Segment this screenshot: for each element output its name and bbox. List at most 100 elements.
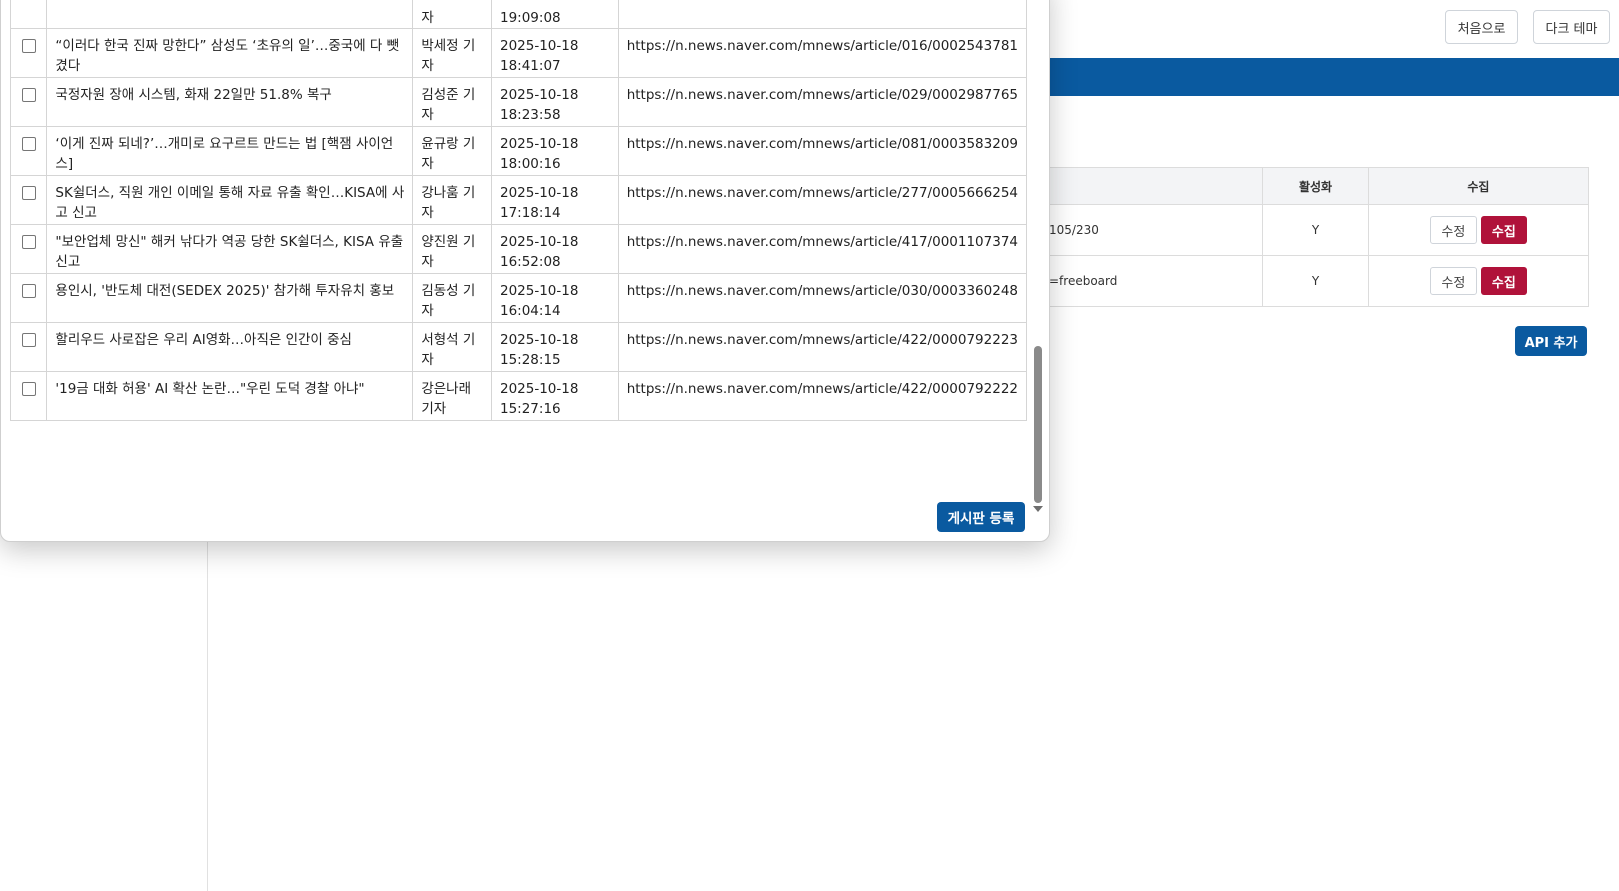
sidebar-divider xyxy=(207,540,208,891)
api-table-header: 활성화 수집 xyxy=(1039,167,1590,205)
date-text: 2025-10-18 xyxy=(499,38,579,54)
url-cell[interactable]: https://n.news.naver.com/mnews/article/0… xyxy=(617,126,1028,176)
register-board-button[interactable]: 게시판 등록 xyxy=(937,502,1025,532)
api-active-cell: Y xyxy=(1262,255,1369,307)
author-text: 자 xyxy=(421,10,434,26)
title-cell: 할리우드 사로잡은 우리 AI영화…아직은 인간이 중심 xyxy=(46,322,414,372)
row-checkbox[interactable] xyxy=(21,284,36,298)
date-cell: 2025-10-18 16:04:14 xyxy=(490,273,619,323)
url-cell[interactable]: https://n.news.naver.com/mnews/article/0… xyxy=(617,28,1028,78)
row-checkbox[interactable] xyxy=(21,88,36,102)
table-row: "보안업체 망신" 해커 낚다가 역공 당한 SK쉴더스, KISA 유출 신고… xyxy=(9,224,1028,274)
title-cell: 국정자원 장애 시스템, 화재 22일만 51.8% 복구 xyxy=(46,77,414,127)
time-text: 16:04:14 xyxy=(499,303,561,319)
author-cell: 자 xyxy=(412,0,492,29)
date-cell: 2025-10-18 18:41:07 xyxy=(490,28,619,78)
checkbox-cell xyxy=(9,224,48,274)
time-text: 19:09:08 xyxy=(499,10,561,26)
url-cell[interactable]: https://n.news.naver.com/mnews/article/4… xyxy=(617,322,1028,372)
table-row: 자 19:09:08 xyxy=(9,0,1028,29)
checkbox-cell xyxy=(9,28,48,78)
title-cell xyxy=(46,0,414,29)
title-cell: SK쉴더스, 직원 개인 이메일 통해 자료 유출 확인…KISA에 사고 신고 xyxy=(46,175,414,225)
author-cell: 강나훔 기자 xyxy=(412,175,492,225)
row-checkbox[interactable] xyxy=(21,137,36,151)
api-active-cell: Y xyxy=(1262,204,1369,256)
time-text: 18:23:58 xyxy=(499,107,561,123)
row-checkbox[interactable] xyxy=(21,333,36,347)
edit-button[interactable]: 수정 xyxy=(1429,216,1477,244)
api-url-cell: =freeboard xyxy=(1039,255,1264,307)
row-checkbox[interactable] xyxy=(21,39,36,53)
date-cell: 2025-10-18 16:52:08 xyxy=(490,224,619,274)
date-cell: 2025-10-18 17:18:14 xyxy=(490,175,619,225)
time-text: 15:27:16 xyxy=(499,401,561,417)
api-header-url xyxy=(1039,167,1264,205)
table-row: “이러다 한국 진짜 망한다” 삼성도 ‘초유의 일’…중국에 다 뺏겼다 박세정… xyxy=(9,28,1028,78)
url-cell[interactable]: https://n.news.naver.com/mnews/article/4… xyxy=(617,224,1028,274)
table-row: 국정자원 장애 시스템, 화재 22일만 51.8% 복구 김성준 기자 2025-… xyxy=(9,77,1028,127)
url-cell[interactable]: https://n.news.naver.com/mnews/article/2… xyxy=(617,175,1028,225)
row-checkbox[interactable] xyxy=(21,186,36,200)
table-row: 할리우드 사로잡은 우리 AI영화…아직은 인간이 중심 서형석 기자 2025-1… xyxy=(9,322,1028,372)
url-cell[interactable]: https://n.news.naver.com/mnews/article/0… xyxy=(617,273,1028,323)
add-api-button[interactable]: API 추가 xyxy=(1515,326,1587,356)
news-table: 자 19:09:08 “이러다 한국 진짜 망한다” 삼성도 ‘초유의 일’…중… xyxy=(9,0,1028,421)
title-cell: 용인시, '반도체 대전(SEDEX 2025)' 참가해 투자유치 홍보 xyxy=(46,273,414,323)
title-cell: “이러다 한국 진짜 망한다” 삼성도 ‘초유의 일’…중국에 다 뺏겼다 xyxy=(46,28,414,78)
scrollbar-thumb[interactable] xyxy=(1034,346,1042,503)
date-cell: 2025-10-18 15:27:16 xyxy=(490,371,619,421)
collect-button[interactable]: 수집 xyxy=(1480,216,1527,244)
author-cell: 김성준 기자 xyxy=(412,77,492,127)
checkbox-cell xyxy=(9,126,48,176)
author-cell: 박세정 기자 xyxy=(412,28,492,78)
scrollbar[interactable] xyxy=(1031,1,1045,521)
date-cell: 19:09:08 xyxy=(490,0,619,29)
row-checkbox[interactable] xyxy=(21,382,36,396)
url-cell[interactable]: https://n.news.naver.com/mnews/article/4… xyxy=(617,371,1028,421)
dark-theme-button[interactable]: 다크 테마 xyxy=(1533,10,1610,44)
header-band xyxy=(1040,58,1619,96)
api-actions-cell: 수정 수집 xyxy=(1367,204,1590,256)
checkbox-cell xyxy=(9,273,48,323)
author-cell: 김동성 기자 xyxy=(412,273,492,323)
url-cell[interactable]: https://n.news.naver.com/mnews/article/0… xyxy=(617,77,1028,127)
time-text: 18:00:16 xyxy=(499,156,561,172)
table-row: ‘이게 진짜 되네?’…개미로 요구르트 만드는 법 [핵잼 사이언스] 윤규랑 … xyxy=(9,126,1028,176)
time-text: 15:28:15 xyxy=(499,352,561,368)
row-checkbox[interactable] xyxy=(21,235,36,249)
checkbox-cell xyxy=(9,77,48,127)
api-actions-cell: 수정 수집 xyxy=(1367,255,1590,307)
go-first-button[interactable]: 처음으로 xyxy=(1445,10,1518,44)
date-text: 2025-10-18 xyxy=(499,185,579,201)
date-cell: 2025-10-18 18:00:16 xyxy=(490,126,619,176)
collect-button[interactable]: 수집 xyxy=(1480,267,1527,295)
author-cell: 양진원 기자 xyxy=(412,224,492,274)
table-row: =freeboard Y 수정 수집 xyxy=(1039,255,1590,307)
date-text: 2025-10-18 xyxy=(499,234,579,250)
date-text: 2025-10-18 xyxy=(499,381,579,397)
edit-button[interactable]: 수정 xyxy=(1429,267,1477,295)
api-header-active: 활성화 xyxy=(1262,167,1369,205)
title-cell: '19금 대화 허용' AI 확산 논란…"우린 도덕 경찰 아냐" xyxy=(46,371,414,421)
date-cell: 2025-10-18 18:23:58 xyxy=(490,77,619,127)
author-cell: 강은나래 기자 xyxy=(412,371,492,421)
author-cell: 서형석 기자 xyxy=(412,322,492,372)
api-url-cell: 105/230 xyxy=(1039,204,1264,256)
date-cell: 2025-10-18 15:28:15 xyxy=(490,322,619,372)
table-row: 105/230 Y 수정 수집 xyxy=(1039,204,1590,256)
table-row: SK쉴더스, 직원 개인 이메일 통해 자료 유출 확인…KISA에 사고 신고… xyxy=(9,175,1028,225)
table-row: '19금 대화 허용' AI 확산 논란…"우린 도덕 경찰 아냐" 강은나래 기… xyxy=(9,371,1028,421)
time-text: 18:41:07 xyxy=(499,58,561,74)
date-text: 2025-10-18 xyxy=(499,283,579,299)
title-cell: "보안업체 망신" 해커 낚다가 역공 당한 SK쉴더스, KISA 유출 신고 xyxy=(46,224,414,274)
checkbox-cell xyxy=(9,371,48,421)
api-header-collect: 수집 xyxy=(1367,167,1590,205)
checkbox-cell xyxy=(9,0,48,29)
scroll-down-arrow-icon[interactable] xyxy=(1033,506,1043,512)
date-text: 2025-10-18 xyxy=(499,332,579,348)
time-text: 16:52:08 xyxy=(499,254,561,270)
news-modal: 자 19:09:08 “이러다 한국 진짜 망한다” 삼성도 ‘초유의 일’…중… xyxy=(0,0,1050,542)
checkbox-cell xyxy=(9,322,48,372)
api-table: 활성화 수집 105/230 Y 수정 수집 =freeboard Y 수정 수집 xyxy=(1039,167,1590,307)
